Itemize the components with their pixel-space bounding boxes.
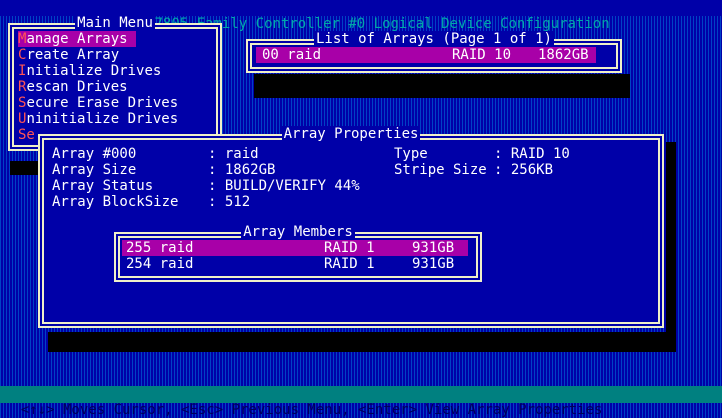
property-value: : raid xyxy=(208,146,259,162)
menu-item-hotkey: Se xyxy=(18,127,35,143)
property-label: Array Size xyxy=(52,162,137,178)
menu-item-label: escan Drives xyxy=(26,79,128,95)
array-members-title: Array Members xyxy=(241,224,355,240)
property-value: : BUILD/VERIFY 44% xyxy=(208,178,360,194)
member-size: 931GB xyxy=(412,240,455,256)
main-menu-window: Main Menu Manage Arrays Create Array Initi… xyxy=(8,15,222,151)
menu-item-label: ninitialize Drives xyxy=(26,111,179,127)
member-row[interactable]: 255 raid RAID 1 931GB xyxy=(122,240,468,256)
member-name: 254 raid xyxy=(126,256,194,272)
menu-item-label: ecure Erase Drives xyxy=(26,95,179,111)
menu-item[interactable]: Manage Arrays xyxy=(18,31,136,47)
menu-item[interactable]: Se xyxy=(18,127,35,143)
member-name: 255 raid xyxy=(126,240,194,256)
property-label: Type xyxy=(394,146,428,162)
menu-item[interactable]: Secure Erase Drives xyxy=(18,95,178,111)
array-properties-title: Array Properties xyxy=(281,126,421,142)
property-value: : 1862GB xyxy=(208,162,276,178)
member-level: RAID 1 xyxy=(324,256,375,272)
array-list-title: List of Arrays (Page 1 of 1) xyxy=(313,31,554,47)
status-bar: <↑↓> Moves Cursor, <Esc> Previous Menu, … xyxy=(0,386,722,418)
array-row[interactable]: 00 raid RAID 10 1862GB xyxy=(256,47,596,63)
property-value: : 256KB xyxy=(494,162,554,178)
array-size: 1862GB xyxy=(538,47,589,63)
property-label: Stripe Size xyxy=(394,162,487,178)
array-name: 00 raid xyxy=(262,47,322,63)
property-label: Array #000 xyxy=(52,146,137,162)
member-row[interactable]: 254 raid RAID 1 931GB xyxy=(122,256,468,272)
array-members-window: Array Members 255 raid RAID 1 931GB 254 rai… xyxy=(114,224,482,282)
menu-item-label: anage Arrays xyxy=(26,31,128,47)
array-list-window: List of Arrays (Page 1 of 1) 00 raid RAID… xyxy=(246,31,622,73)
menu-item[interactable]: Uninitialize Drives xyxy=(18,111,178,127)
array-properties-window: Array Properties Array #000 : raid Array S… xyxy=(38,126,664,328)
menu-item[interactable]: Initialize Drives xyxy=(18,63,161,79)
property-value: : RAID 10 xyxy=(494,146,570,162)
menu-item-label: nitialize Drives xyxy=(26,63,162,79)
menu-item-label: reate Array xyxy=(26,47,120,63)
member-size: 931GB xyxy=(412,256,455,272)
member-level: RAID 1 xyxy=(324,240,375,256)
key-help-text: <↑↓> Moves Cursor, <Esc> Previous Menu, … xyxy=(20,402,603,418)
property-label: Array Status xyxy=(52,178,154,194)
property-value: : 512 xyxy=(208,194,251,210)
title-bar: ASR7805 Family Controller #0 Logical Dev… xyxy=(0,0,722,32)
menu-item[interactable]: Rescan Drives xyxy=(18,79,128,95)
array-level: RAID 10 xyxy=(452,47,512,63)
menu-item[interactable]: Create Array xyxy=(18,47,119,63)
property-label: Array BlockSize xyxy=(52,194,179,210)
